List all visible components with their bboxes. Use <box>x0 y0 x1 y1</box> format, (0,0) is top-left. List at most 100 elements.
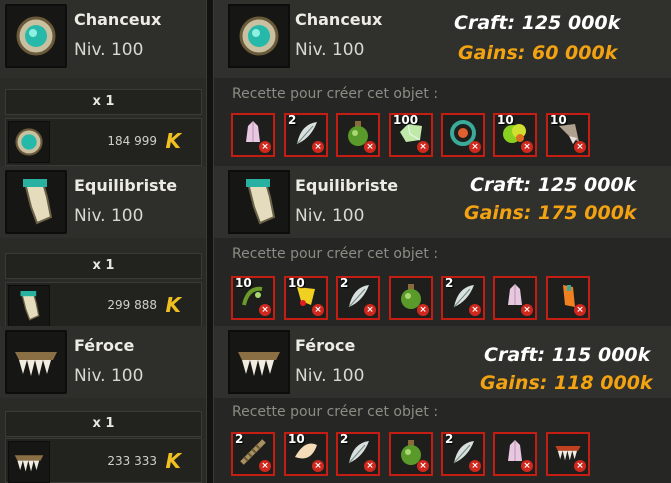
recipe-label: Recette pour créer cet objet : <box>232 404 439 420</box>
missing-icon: × <box>521 304 533 316</box>
craft-cost: Craft: 125 000k <box>454 12 621 34</box>
amulet-icon <box>8 121 50 163</box>
kama-icon: K <box>165 129 182 153</box>
ingredient-slot[interactable]: 10 × <box>231 276 275 320</box>
list-item-feroce[interactable]: Féroce Niv. 100 <box>0 326 206 398</box>
ingredient-slot[interactable]: 2 × <box>284 113 328 157</box>
missing-icon: × <box>417 141 429 153</box>
recipe-header: Chanceux Niv. 100 Craft: 125 000k Gains:… <box>214 0 671 78</box>
missing-icon: × <box>521 460 533 472</box>
ingredient-slot[interactable]: 2 × <box>231 432 275 476</box>
missing-icon: × <box>469 141 481 153</box>
boots-icon <box>228 170 290 234</box>
ingredient-slot[interactable]: × <box>493 276 537 320</box>
panel-divider <box>206 0 214 483</box>
ingredient-slot[interactable]: × <box>231 113 275 157</box>
ingredient-slot[interactable]: 10 × <box>284 432 328 476</box>
missing-icon: × <box>364 304 376 316</box>
ingredient-slot[interactable]: 10 × <box>546 113 590 157</box>
item-level: Niv. 100 <box>74 40 144 60</box>
price-value: 184 999 <box>107 134 157 148</box>
ingredient-quantity: 10 <box>288 276 305 290</box>
missing-icon: × <box>469 304 481 316</box>
ingredient-slot[interactable]: 100 × <box>389 113 433 157</box>
ingredient-quantity: 2 <box>445 432 454 446</box>
ingredient-quantity: 10 <box>550 113 567 127</box>
missing-icon: × <box>469 460 481 472</box>
ingredient-slot[interactable]: × <box>493 432 537 476</box>
ingredient-quantity: 2 <box>445 276 454 290</box>
missing-icon: × <box>312 141 324 153</box>
ingredient-quantity: 2 <box>235 432 244 446</box>
ingredient-slot[interactable]: × <box>336 113 380 157</box>
missing-icon: × <box>312 460 324 472</box>
ingredient-quantity: 100 <box>393 113 419 127</box>
missing-icon: × <box>574 304 586 316</box>
ingredient-slot[interactable]: 2 × <box>336 276 380 320</box>
missing-icon: × <box>259 141 271 153</box>
ingredient-slot[interactable]: 2 × <box>441 432 485 476</box>
ingredient-slot[interactable]: 2 × <box>441 276 485 320</box>
ingredient-slot[interactable]: × <box>546 432 590 476</box>
recipe-item-level: Niv. 100 <box>295 206 365 226</box>
craft-cost: Craft: 115 000k <box>484 344 651 366</box>
ingredient-quantity: 10 <box>288 432 305 446</box>
missing-icon: × <box>521 141 533 153</box>
price-value: 233 333 <box>107 454 157 468</box>
gains-value: Gains: 60 000k <box>458 42 618 64</box>
price-row[interactable]: 299 888 K <box>5 282 202 330</box>
jaw-icon <box>5 330 67 394</box>
quantity-label: x 1 <box>5 411 202 437</box>
missing-icon: × <box>574 141 586 153</box>
quantity-label: x 1 <box>5 253 202 279</box>
price-row[interactable]: 184 999 K <box>5 118 202 166</box>
ingredient-slot[interactable]: × <box>389 432 433 476</box>
item-level: Niv. 100 <box>74 366 144 386</box>
list-item-chanceux[interactable]: Chanceux Niv. 100 <box>0 0 206 78</box>
list-item-equilibriste[interactable]: Equilibriste Niv. 100 <box>0 166 206 238</box>
boots-icon <box>5 170 67 234</box>
gains-value: Gains: 175 000k <box>464 202 637 224</box>
missing-icon: × <box>417 460 429 472</box>
ingredient-quantity: 2 <box>288 113 297 127</box>
item-level: Niv. 100 <box>74 206 144 226</box>
recipe-label: Recette pour créer cet objet : <box>232 246 439 262</box>
kama-icon: K <box>165 449 182 473</box>
recipe-label: Recette pour créer cet objet : <box>232 86 439 102</box>
missing-icon: × <box>417 304 429 316</box>
jaw-icon <box>228 330 290 394</box>
missing-icon: × <box>312 304 324 316</box>
ingredient-slot[interactable]: × <box>441 113 485 157</box>
recipe-block-chanceux: Chanceux Niv. 100 Craft: 125 000k Gains:… <box>214 0 671 163</box>
recipe-header: Equilibriste Niv. 100 Craft: 125 000k Ga… <box>214 166 671 238</box>
recipe-item-level: Niv. 100 <box>295 40 365 60</box>
ingredient-quantity: 2 <box>340 432 349 446</box>
quantity-label: x 1 <box>5 89 202 115</box>
price-row[interactable]: 233 333 K <box>5 438 202 483</box>
ingredient-slot[interactable]: 10 × <box>493 113 537 157</box>
item-name: Equilibriste <box>74 176 178 195</box>
missing-icon: × <box>364 460 376 472</box>
ingredient-quantity: 10 <box>235 276 252 290</box>
missing-icon: × <box>364 141 376 153</box>
amulet-icon <box>228 4 290 68</box>
recipe-block-equilibriste: Equilibriste Niv. 100 Craft: 125 000k Ga… <box>214 166 671 326</box>
missing-icon: × <box>259 304 271 316</box>
recipe-item-name: Equilibriste <box>295 176 399 195</box>
ingredient-slot[interactable]: 10 × <box>284 276 328 320</box>
ingredient-slot[interactable]: × <box>546 276 590 320</box>
craft-cost: Craft: 125 000k <box>470 174 637 196</box>
missing-icon: × <box>259 460 271 472</box>
item-name: Chanceux <box>74 10 162 29</box>
missing-icon: × <box>574 460 586 472</box>
ingredient-slot[interactable]: 2 × <box>336 432 380 476</box>
recipe-header: Féroce Niv. 100 Craft: 115 000k Gains: 1… <box>214 326 671 398</box>
recipe-block-feroce: Féroce Niv. 100 Craft: 115 000k Gains: 1… <box>214 326 671 483</box>
recipe-item-level: Niv. 100 <box>295 366 365 386</box>
recipe-item-name: Chanceux <box>295 10 383 29</box>
price-value: 299 888 <box>107 298 157 312</box>
boots-icon <box>8 285 50 327</box>
ingredient-slot[interactable]: × <box>389 276 433 320</box>
ingredient-quantity: 10 <box>497 113 514 127</box>
recipe-item-name: Féroce <box>295 336 356 355</box>
